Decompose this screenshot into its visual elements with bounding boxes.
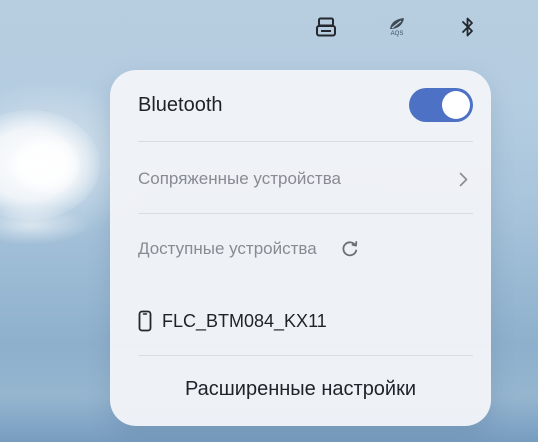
paired-devices-row[interactable]: Сопряженные устройства xyxy=(138,164,473,194)
bluetooth-header-row: Bluetooth xyxy=(138,88,473,122)
bluetooth-toggle[interactable] xyxy=(409,88,473,122)
keyboard-icon[interactable] xyxy=(312,12,340,42)
divider xyxy=(138,355,473,356)
toggle-knob xyxy=(442,91,470,119)
available-devices-row: Доступные устройства xyxy=(138,234,473,264)
phone-icon xyxy=(138,310,152,332)
divider xyxy=(138,141,473,142)
aqs-icon[interactable]: AQS xyxy=(383,12,411,42)
bluetooth-icon[interactable] xyxy=(454,12,482,42)
panel-title: Bluetooth xyxy=(138,93,223,116)
divider xyxy=(138,213,473,214)
aqs-label: AQS xyxy=(390,30,404,37)
paired-devices-label: Сопряженные устройства xyxy=(138,169,341,188)
status-bar: AQS xyxy=(0,0,538,56)
advanced-settings-button[interactable]: Расширенные настройки xyxy=(110,378,491,401)
device-name: FLC_BTM084_KX11 xyxy=(162,310,327,331)
refresh-icon[interactable] xyxy=(339,238,361,260)
available-devices-label: Доступные устройства xyxy=(138,239,317,258)
device-item[interactable]: FLC_BTM084_KX11 xyxy=(138,306,473,336)
chevron-right-icon xyxy=(455,169,471,189)
bluetooth-panel: Bluetooth Сопряженные устройства Доступн… xyxy=(110,70,491,426)
